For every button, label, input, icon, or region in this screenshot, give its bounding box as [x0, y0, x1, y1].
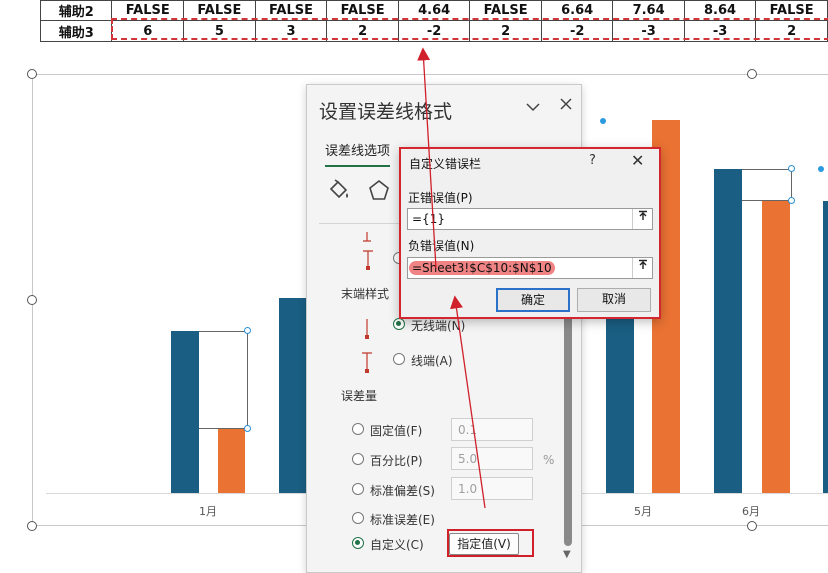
collapse-range-icon[interactable] — [632, 258, 652, 278]
no-cap-icon — [362, 317, 372, 345]
fixed-value-radio[interactable] — [352, 423, 364, 435]
fixed-value-input[interactable]: 0.1 — [451, 418, 533, 441]
negative-error-input[interactable]: =Sheet3!$C$10:$N$10 — [407, 257, 653, 279]
collapse-range-icon[interactable] — [632, 209, 652, 229]
sheet-cell[interactable]: FALSE — [254, 0, 328, 21]
custom-radio[interactable] — [352, 537, 364, 549]
selection-dot — [818, 166, 824, 172]
bar-blue-6[interactable] — [714, 169, 742, 493]
close-icon[interactable]: ✕ — [631, 151, 644, 170]
sheet-cell[interactable]: -3 — [683, 20, 757, 42]
sheet-body: 辅助2 FALSE FALSE FALSE FALSE 4.64 FALSE 6.64 7.64… — [39, 0, 828, 42]
sheet-cell[interactable]: 4.64 — [397, 0, 471, 21]
sheet-cell[interactable]: 6 — [111, 20, 185, 42]
sheet-cell[interactable]: 8.64 — [683, 0, 757, 21]
cap-label[interactable]: 线端(A) — [411, 352, 453, 369]
error-amount-label: 误差量 — [341, 389, 378, 403]
x-tick-label: 5月 — [634, 505, 652, 518]
sheet-cell[interactable]: 3 — [254, 20, 328, 42]
specify-value-button[interactable]: 指定值(V) — [449, 533, 519, 555]
end-style-label: 末端样式 — [341, 287, 390, 301]
no-cap-label[interactable]: 无线端(N) — [411, 317, 465, 334]
row-label[interactable]: 辅助2 — [39, 0, 113, 21]
std-dev-radio[interactable] — [352, 483, 364, 495]
sheet-cell[interactable]: -2 — [397, 20, 471, 42]
selection-dot — [600, 118, 606, 124]
sheet-cell[interactable]: 2 — [755, 20, 828, 42]
error-bar[interactable] — [199, 331, 248, 429]
error-bar-point[interactable] — [244, 425, 251, 432]
resize-handle[interactable] — [27, 69, 37, 79]
error-bar-point[interactable] — [788, 197, 795, 204]
cap-radio[interactable] — [393, 353, 405, 365]
resize-handle[interactable] — [27, 295, 37, 305]
ok-button[interactable]: 确定 — [496, 288, 570, 312]
sheet-cell[interactable]: 6.64 — [540, 0, 614, 21]
pentagon-icon[interactable] — [367, 179, 391, 205]
sheet-cell[interactable]: FALSE — [183, 0, 256, 21]
error-cap-icon — [361, 249, 375, 275]
std-error-radio[interactable] — [352, 512, 364, 524]
resize-handle[interactable] — [747, 521, 757, 531]
pane-title: 设置误差线格式 — [319, 101, 453, 123]
negative-error-label: 负错误值(N) — [408, 239, 475, 253]
x-tick-label: 6月 — [742, 505, 760, 518]
tab-error-bar-options[interactable]: 误差线选项 — [325, 140, 391, 167]
sheet-cell[interactable]: 5 — [183, 20, 256, 42]
sheet-cell[interactable]: 2 — [326, 20, 399, 42]
cancel-button[interactable]: 取消 — [577, 288, 651, 312]
scroll-down-icon[interactable]: ▼ — [563, 549, 571, 560]
bar-blue-1[interactable] — [171, 331, 199, 493]
positive-error-input[interactable]: ={1} — [407, 208, 653, 230]
sheet-cell[interactable]: 2 — [469, 20, 542, 42]
fixed-value-label[interactable]: 固定值(F) — [370, 422, 422, 439]
pane-scrollbar[interactable] — [564, 309, 572, 546]
percent-unit: % — [543, 453, 555, 467]
help-icon[interactable]: ? — [589, 153, 596, 168]
bar-blue-5[interactable] — [606, 300, 634, 493]
sheet-cell[interactable]: FALSE — [326, 0, 399, 21]
sheet-cell[interactable]: -2 — [540, 20, 614, 42]
error-cap-icon — [361, 227, 373, 246]
close-icon[interactable] — [559, 97, 573, 115]
bar-blue-7[interactable] — [823, 201, 828, 493]
positive-error-label: 正错误值(P) — [408, 191, 473, 205]
sheet-cell[interactable]: FALSE — [755, 0, 828, 21]
spreadsheet-strip[interactable]: 辅助2 FALSE FALSE FALSE FALSE 4.64 FALSE 6.64 7.64… — [39, 0, 828, 42]
paint-bucket-icon[interactable] — [327, 179, 351, 205]
positive-error-value: ={1} — [412, 212, 445, 226]
sheet-row: 辅助2 FALSE FALSE FALSE FALSE 4.64 FALSE 6.64 7.64… — [39, 0, 828, 21]
std-error-label[interactable]: 标准误差(E) — [370, 511, 435, 528]
sheet-row: 辅助3 6 5 3 2 -2 2 -2 -3 -3 2 — [39, 20, 828, 42]
sheet-cell[interactable]: 7.64 — [612, 0, 685, 21]
no-cap-radio[interactable] — [393, 318, 405, 330]
row-label[interactable]: 辅助3 — [39, 20, 113, 42]
percentage-input[interactable]: 5.0 — [451, 447, 533, 470]
bar-orange-1[interactable] — [218, 429, 245, 493]
percentage-radio[interactable] — [352, 453, 364, 465]
percentage-label[interactable]: 百分比(P) — [370, 452, 423, 469]
std-dev-label[interactable]: 标准偏差(S) — [370, 482, 435, 499]
resize-handle[interactable] — [27, 521, 37, 531]
x-tick-label: 1月 — [199, 505, 217, 518]
dialog-title: 自定义错误栏 — [409, 157, 482, 171]
bar-blue-2[interactable] — [279, 298, 307, 493]
sheet-cell[interactable]: FALSE — [111, 0, 185, 21]
sheet-cell[interactable]: -3 — [612, 20, 685, 42]
bar-orange-6[interactable] — [762, 201, 790, 493]
custom-label[interactable]: 自定义(C) — [370, 536, 424, 553]
sheet-cell[interactable]: FALSE — [469, 0, 542, 21]
chevron-down-icon[interactable] — [525, 99, 541, 117]
error-bar-point[interactable] — [244, 327, 251, 334]
error-bar[interactable] — [742, 169, 792, 201]
cap-icon — [360, 351, 374, 379]
custom-error-bars-dialog: 自定义错误栏 ? ✕ 正错误值(P) ={1} 负错误值(N) =Sheet3!… — [399, 147, 661, 319]
resize-handle[interactable] — [747, 69, 757, 79]
error-bar-point[interactable] — [788, 165, 795, 172]
negative-error-value: =Sheet3!$C$10:$N$10 — [409, 261, 555, 275]
std-dev-input[interactable]: 1.0 — [451, 477, 533, 500]
